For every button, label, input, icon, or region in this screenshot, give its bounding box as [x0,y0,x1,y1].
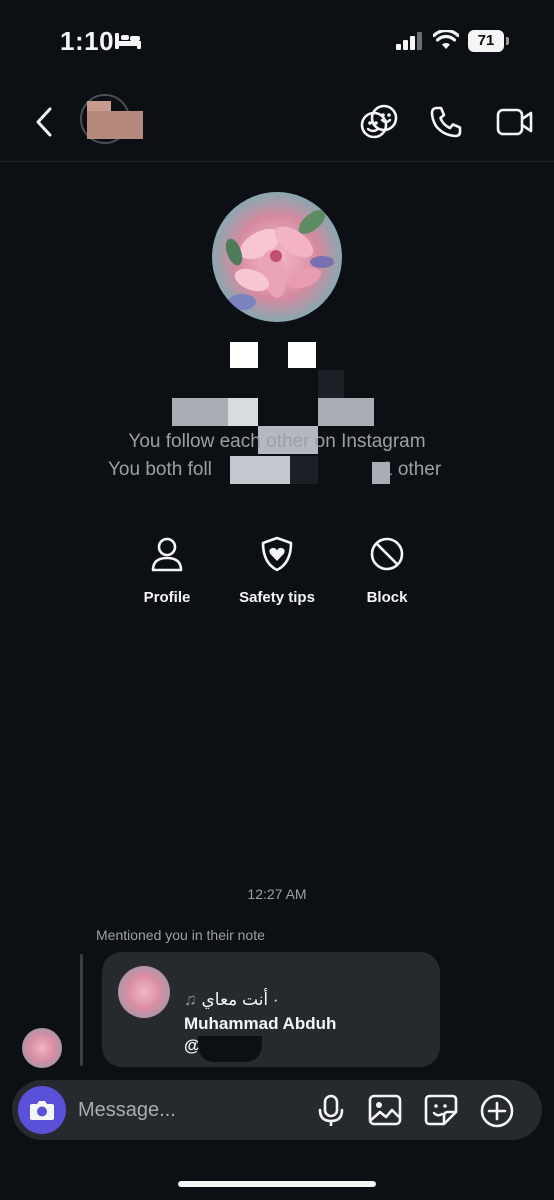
user-icon [150,537,184,576]
mutual-followers-tail: 1 other [382,459,442,480]
message-input[interactable] [78,1080,308,1140]
status-time: 1:10 [60,26,115,56]
message-composer [12,1080,542,1140]
profile-label: Profile [143,589,191,606]
battery-cap [506,37,509,45]
chat-effects-icon[interactable] [360,104,398,145]
reply-quote-bar [80,954,83,1066]
gallery-icon[interactable] [368,1094,402,1131]
chat-header [0,84,554,162]
note-avatar [118,966,170,1018]
microphone-icon[interactable] [317,1094,345,1133]
block-button[interactable]: Block [332,536,442,606]
followers-redaction [290,456,318,484]
note-card[interactable]: ♫ أنت معاي · Muhammad Abduh @ [102,952,440,1067]
name-redaction [172,398,228,426]
sender-avatar[interactable] [22,1028,62,1068]
followers-redaction [230,456,290,484]
block-label: Block [366,589,408,606]
mention-label: Mentioned you in their note [96,927,265,943]
sleep-focus-icon [114,31,142,56]
music-note-icon: ♫ [184,990,197,1009]
note-song-title: أنت معاي · [201,990,279,1009]
avatar-redaction [87,111,143,139]
note-song: ♫ أنت معاي · [184,990,279,1010]
wifi-icon [432,28,460,55]
note-artist: Muhammad Abduh [184,1014,337,1033]
safety-tips-label: Safety tips [239,589,315,606]
message-timestamp: 12:27 AM [247,886,307,902]
cellular-signal-icon [396,32,424,55]
camera-icon [29,1098,55,1127]
camera-button[interactable] [18,1086,66,1134]
avatar-redaction-top [87,101,111,111]
mutual-followers-text: You both foll [108,459,212,480]
name-redaction [318,370,344,398]
name-redaction [318,398,374,426]
name-redaction [228,398,258,426]
name-redaction [230,342,258,368]
followers-redaction [372,462,390,484]
safety-tips-button[interactable]: Safety tips [222,536,332,606]
status-bar: 1:10 71 [0,0,554,84]
back-arrow-icon[interactable] [30,106,58,143]
phone-icon[interactable] [428,104,464,145]
sticker-icon[interactable] [424,1094,458,1131]
video-camera-icon[interactable] [496,106,534,143]
home-indicator [178,1181,376,1187]
mutual-follow-text: You follow each other on Instagram [128,431,426,452]
handle-redaction [198,1036,262,1062]
battery-indicator: 71 [468,30,504,52]
profile-photo[interactable] [212,192,342,322]
add-icon[interactable] [480,1094,514,1133]
shield-heart-icon [260,536,294,576]
profile-button[interactable]: Profile [112,536,222,606]
name-redaction [288,342,316,368]
block-icon [369,537,405,576]
